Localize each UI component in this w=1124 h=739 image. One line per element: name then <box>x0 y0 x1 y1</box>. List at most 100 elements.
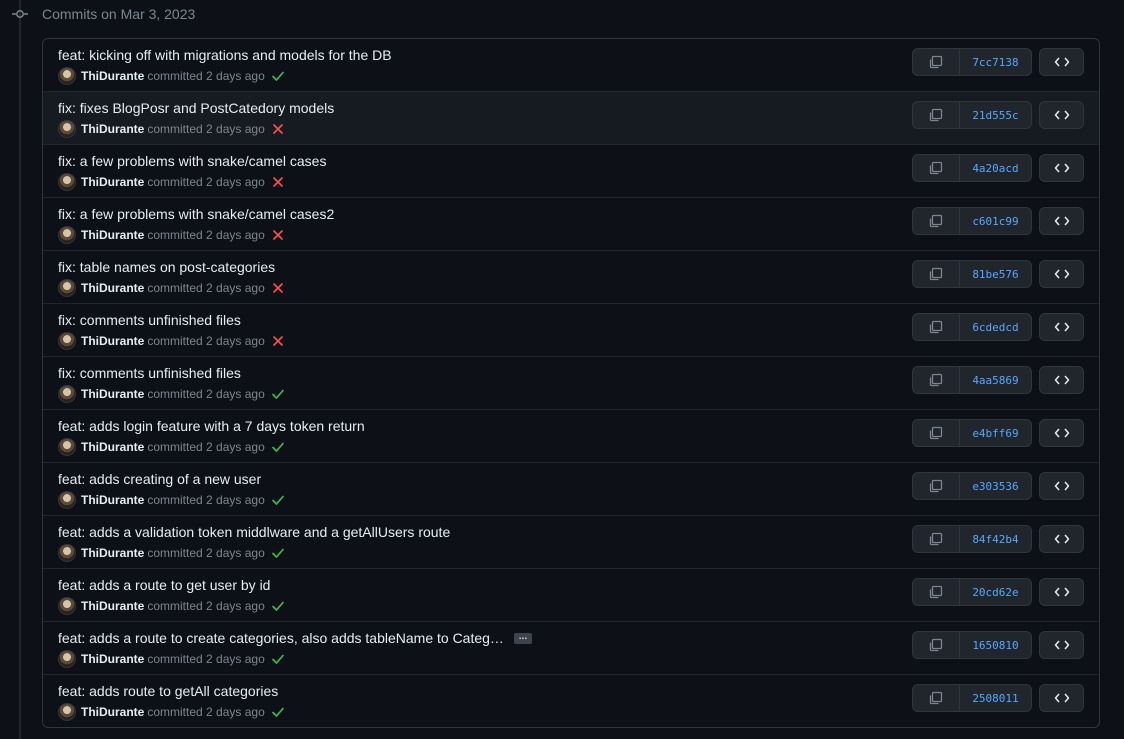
avatar[interactable] <box>58 279 76 297</box>
commit-sha-link[interactable]: e303536 <box>960 473 1031 499</box>
avatar[interactable] <box>58 650 76 668</box>
copy-sha-button[interactable] <box>913 102 960 128</box>
commit-sha-link[interactable]: 84f42b4 <box>960 526 1031 552</box>
avatar[interactable] <box>58 703 76 721</box>
browse-repo-at-commit-button[interactable] <box>1039 260 1084 288</box>
commit-sha-link[interactable]: 7cc7138 <box>960 49 1031 75</box>
commit-time: 2 days ago <box>206 334 265 348</box>
commit-author-link[interactable]: ThiDurante <box>81 334 144 348</box>
commit-author-link[interactable]: ThiDurante <box>81 387 144 401</box>
commit-author-link[interactable]: ThiDurante <box>81 599 144 613</box>
avatar[interactable] <box>58 332 76 350</box>
commit-title-link[interactable]: fix: a few problems with snake/camel cas… <box>58 153 326 169</box>
commit-title-link[interactable]: fix: fixes BlogPosr and PostCatedory mod… <box>58 100 334 116</box>
commit-sha-link[interactable]: 4a20acd <box>960 155 1031 181</box>
commit-sha-link[interactable]: 20cd62e <box>960 579 1031 605</box>
copy-sha-button[interactable] <box>913 473 960 499</box>
commit-sha-link[interactable]: 1650810 <box>960 632 1031 658</box>
browse-repo-at-commit-button[interactable] <box>1039 154 1084 182</box>
check-icon[interactable] <box>271 493 285 507</box>
x-icon[interactable] <box>271 175 285 189</box>
copy-sha-button[interactable] <box>913 155 960 181</box>
check-icon[interactable] <box>271 69 285 83</box>
commit-title-link[interactable]: feat: adds a route to get user by id <box>58 577 270 593</box>
browse-repo-at-commit-button[interactable] <box>1039 525 1084 553</box>
commit-sha-link[interactable]: 4aa5869 <box>960 367 1031 393</box>
commit-title-link[interactable]: feat: adds route to getAll categories <box>58 683 278 699</box>
commit-title-link[interactable]: fix: comments unfinished files <box>58 312 241 328</box>
x-icon[interactable] <box>271 228 285 242</box>
commit-list: feat: kicking off with migrations and mo… <box>42 38 1100 728</box>
commit-author-link[interactable]: ThiDurante <box>81 493 144 507</box>
commit-sha-link[interactable]: c601c99 <box>960 208 1031 234</box>
commit-sha-link[interactable]: 81be576 <box>960 261 1031 287</box>
commit-title-link[interactable]: feat: adds login feature with a 7 days t… <box>58 418 365 434</box>
copy-sha-button[interactable] <box>913 579 960 605</box>
commit-title-link[interactable]: feat: kicking off with migrations and mo… <box>58 47 392 63</box>
code-icon <box>1054 640 1069 650</box>
commit-title-link[interactable]: fix: a few problems with snake/camel cas… <box>58 206 334 222</box>
browse-repo-at-commit-button[interactable] <box>1039 631 1084 659</box>
avatar[interactable] <box>58 173 76 191</box>
browse-repo-at-commit-button[interactable] <box>1039 684 1084 712</box>
check-icon[interactable] <box>271 652 285 666</box>
avatar[interactable] <box>58 67 76 85</box>
commit-author-link[interactable]: ThiDurante <box>81 440 144 454</box>
commit-sha-button-group: c601c99 <box>912 207 1032 235</box>
avatar[interactable] <box>58 385 76 403</box>
x-icon[interactable] <box>271 281 285 295</box>
commit-sha-link[interactable]: 21d555c <box>960 102 1031 128</box>
copy-sha-button[interactable] <box>913 685 960 711</box>
commit-title-link[interactable]: fix: table names on post-categories <box>58 259 275 275</box>
commit-author-link[interactable]: ThiDurante <box>81 69 144 83</box>
commit-author-link[interactable]: ThiDurante <box>81 546 144 560</box>
copy-sha-button[interactable] <box>913 632 960 658</box>
commit-row: feat: kicking off with migrations and mo… <box>43 39 1099 91</box>
avatar[interactable] <box>58 226 76 244</box>
commit-sha-link[interactable]: 6cdedcd <box>960 314 1031 340</box>
copy-sha-button[interactable] <box>913 420 960 446</box>
avatar[interactable] <box>58 491 76 509</box>
browse-repo-at-commit-button[interactable] <box>1039 419 1084 447</box>
browse-repo-at-commit-button[interactable] <box>1039 48 1084 76</box>
commit-sha-link[interactable]: 2508011 <box>960 685 1031 711</box>
check-icon[interactable] <box>271 546 285 560</box>
copy-icon <box>929 691 943 705</box>
commit-author-link[interactable]: ThiDurante <box>81 652 144 666</box>
commit-title-link[interactable]: feat: adds a route to create categories,… <box>58 630 504 646</box>
copy-sha-button[interactable] <box>913 314 960 340</box>
browse-repo-at-commit-button[interactable] <box>1039 366 1084 394</box>
commit-sha-link[interactable]: e4bff69 <box>960 420 1031 446</box>
copy-sha-button[interactable] <box>913 208 960 234</box>
commit-author-link[interactable]: ThiDurante <box>81 281 144 295</box>
avatar[interactable] <box>58 597 76 615</box>
x-icon[interactable] <box>271 122 285 136</box>
check-icon[interactable] <box>271 440 285 454</box>
avatar[interactable] <box>58 544 76 562</box>
browse-repo-at-commit-button[interactable] <box>1039 472 1084 500</box>
commit-author-link[interactable]: ThiDurante <box>81 175 144 189</box>
avatar[interactable] <box>58 120 76 138</box>
x-icon[interactable] <box>271 334 285 348</box>
commit-action-text: committed <box>147 493 203 507</box>
check-icon[interactable] <box>271 599 285 613</box>
copy-sha-button[interactable] <box>913 49 960 75</box>
check-icon[interactable] <box>271 387 285 401</box>
copy-sha-button[interactable] <box>913 526 960 552</box>
browse-repo-at-commit-button[interactable] <box>1039 313 1084 341</box>
browse-repo-at-commit-button[interactable] <box>1039 578 1084 606</box>
check-icon[interactable] <box>271 705 285 719</box>
commit-group-header: Commits on Mar 3, 2023 <box>42 6 196 22</box>
browse-repo-at-commit-button[interactable] <box>1039 101 1084 129</box>
commit-title-link[interactable]: fix: comments unfinished files <box>58 365 241 381</box>
expand-message-button[interactable]: … <box>513 631 532 644</box>
avatar[interactable] <box>58 438 76 456</box>
copy-sha-button[interactable] <box>913 367 960 393</box>
commit-author-link[interactable]: ThiDurante <box>81 122 144 136</box>
commit-title-link[interactable]: feat: adds a validation token middlware … <box>58 524 450 540</box>
commit-author-link[interactable]: ThiDurante <box>81 705 144 719</box>
copy-sha-button[interactable] <box>913 261 960 287</box>
commit-author-link[interactable]: ThiDurante <box>81 228 144 242</box>
browse-repo-at-commit-button[interactable] <box>1039 207 1084 235</box>
commit-title-link[interactable]: feat: adds creating of a new user <box>58 471 261 487</box>
